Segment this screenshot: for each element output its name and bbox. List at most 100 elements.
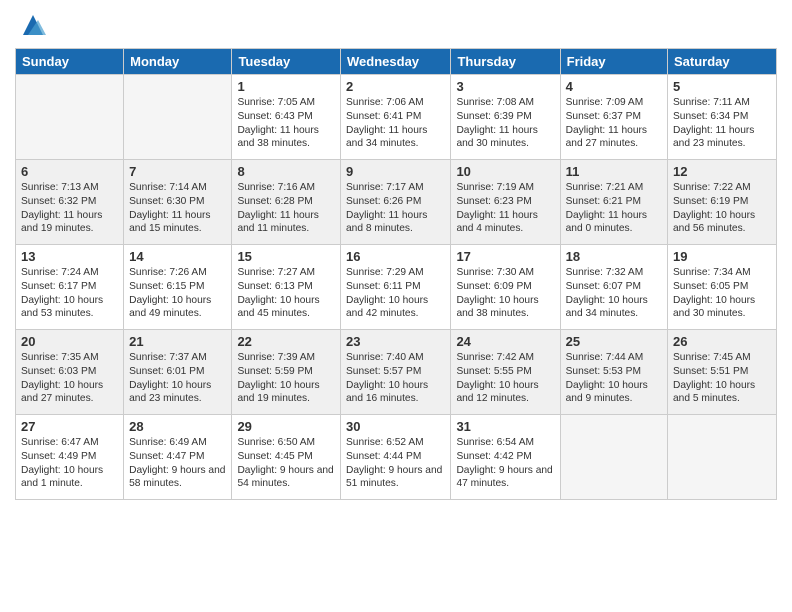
calendar-cell: 15Sunrise: 7:27 AMSunset: 6:13 PMDayligh…: [232, 245, 341, 330]
calendar-cell: 23 Sunrise: 7:40 AMSunset: 5:57 PMDayligh…: [341, 330, 451, 415]
cell-details: Sunrise: 7:42 AMSunset: 5:55 PMDaylight:…: [456, 351, 554, 406]
calendar-cell: 12 Sunrise: 7:22 AMSunset: 6:19 PMDayligh…: [668, 160, 777, 245]
cell-details: Sunrise: 7:44 AMSunset: 5:53 PMDaylight:…: [566, 351, 662, 406]
calendar-header-row: SundayMondayTuesdayWednesdayThursdayFrid…: [16, 49, 777, 75]
calendar-cell: 28Sunrise: 6:49 AMSunset: 4:47 PMDayligh…: [124, 415, 232, 500]
cell-details: Sunrise: 7:16 AMSunset: 6:28 PMDaylight:…: [237, 181, 335, 236]
cell-details: Sunrise: 7:35 AMSunset: 6:03 PMDaylight:…: [21, 351, 118, 406]
cell-details: Sunrise: 7:22 AMSunset: 6:19 PMDaylight:…: [673, 181, 771, 236]
day-number: 25: [566, 334, 662, 349]
calendar-header-friday: Friday: [560, 49, 667, 75]
calendar-cell: 24 Sunrise: 7:42 AMSunset: 5:55 PMDayligh…: [451, 330, 560, 415]
cell-details: Sunrise: 6:50 AMSunset: 4:45 PMDaylight:…: [237, 436, 335, 491]
page: SundayMondayTuesdayWednesdayThursdayFrid…: [0, 0, 792, 612]
calendar-cell: 30Sunrise: 6:52 AMSunset: 4:44 PMDayligh…: [341, 415, 451, 500]
day-number: 31: [456, 419, 554, 434]
day-number: 30: [346, 419, 445, 434]
cell-details: Sunrise: 7:13 AMSunset: 6:32 PMDaylight:…: [21, 181, 118, 236]
day-number: 14: [129, 249, 226, 264]
cell-details: Sunrise: 6:49 AMSunset: 4:47 PMDaylight:…: [129, 436, 226, 491]
logo-icon: [18, 10, 48, 40]
day-number: 26: [673, 334, 771, 349]
day-number: 7: [129, 164, 226, 179]
calendar-cell: 13 Sunrise: 7:24 AMSunset: 6:17 PMDayligh…: [16, 245, 124, 330]
calendar-cell: 27 Sunrise: 6:47 AMSunset: 4:49 PMDayligh…: [16, 415, 124, 500]
calendar-cell: 19 Sunrise: 7:34 AMSunset: 6:05 PMDayligh…: [668, 245, 777, 330]
calendar-cell: 21 Sunrise: 7:37 AMSunset: 6:01 PMDayligh…: [124, 330, 232, 415]
cell-details: Sunrise: 7:09 AMSunset: 6:37 PMDaylight:…: [566, 96, 662, 151]
calendar-cell: 16 Sunrise: 7:29 AMSunset: 6:11 PMDayligh…: [341, 245, 451, 330]
calendar-week-5: 27 Sunrise: 6:47 AMSunset: 4:49 PMDayligh…: [16, 415, 777, 500]
day-number: 15: [237, 249, 335, 264]
day-number: 27: [21, 419, 118, 434]
calendar-cell: 11Sunrise: 7:21 AMSunset: 6:21 PMDayligh…: [560, 160, 667, 245]
cell-details: Sunrise: 7:05 AMSunset: 6:43 PMDaylight:…: [237, 96, 335, 151]
day-number: 16: [346, 249, 445, 264]
calendar-header-thursday: Thursday: [451, 49, 560, 75]
day-number: 9: [346, 164, 445, 179]
day-number: 22: [237, 334, 335, 349]
calendar-cell: 5 Sunrise: 7:11 AMSunset: 6:34 PMDaylight…: [668, 75, 777, 160]
calendar-cell: 8 Sunrise: 7:16 AMSunset: 6:28 PMDaylight…: [232, 160, 341, 245]
day-number: 10: [456, 164, 554, 179]
calendar-cell: 14 Sunrise: 7:26 AMSunset: 6:15 PMDayligh…: [124, 245, 232, 330]
cell-details: Sunrise: 7:45 AMSunset: 5:51 PMDaylight:…: [673, 351, 771, 406]
calendar-cell: 22 Sunrise: 7:39 AMSunset: 5:59 PMDayligh…: [232, 330, 341, 415]
calendar-body: 1Sunrise: 7:05 AMSunset: 6:43 PMDaylight…: [16, 75, 777, 500]
calendar-week-2: 6Sunrise: 7:13 AMSunset: 6:32 PMDaylight…: [16, 160, 777, 245]
day-number: 13: [21, 249, 118, 264]
calendar-cell: 25 Sunrise: 7:44 AMSunset: 5:53 PMDayligh…: [560, 330, 667, 415]
calendar-header-sunday: Sunday: [16, 49, 124, 75]
cell-details: Sunrise: 7:08 AMSunset: 6:39 PMDaylight:…: [456, 96, 554, 151]
calendar-cell: 29 Sunrise: 6:50 AMSunset: 4:45 PMDayligh…: [232, 415, 341, 500]
calendar-cell: [16, 75, 124, 160]
day-number: 18: [566, 249, 662, 264]
calendar-header-saturday: Saturday: [668, 49, 777, 75]
cell-details: Sunrise: 7:26 AMSunset: 6:15 PMDaylight:…: [129, 266, 226, 321]
cell-details: Sunrise: 7:40 AMSunset: 5:57 PMDaylight:…: [346, 351, 445, 406]
day-number: 4: [566, 79, 662, 94]
cell-details: Sunrise: 7:21 AMSunset: 6:21 PMDaylight:…: [566, 181, 662, 236]
day-number: 19: [673, 249, 771, 264]
day-number: 21: [129, 334, 226, 349]
calendar-cell: 18Sunrise: 7:32 AMSunset: 6:07 PMDayligh…: [560, 245, 667, 330]
calendar-cell: 31 Sunrise: 6:54 AMSunset: 4:42 PMDayligh…: [451, 415, 560, 500]
calendar-cell: 1Sunrise: 7:05 AMSunset: 6:43 PMDaylight…: [232, 75, 341, 160]
calendar-cell: 9 Sunrise: 7:17 AMSunset: 6:26 PMDaylight…: [341, 160, 451, 245]
calendar-cell: [668, 415, 777, 500]
calendar-cell: [124, 75, 232, 160]
day-number: 23: [346, 334, 445, 349]
day-number: 5: [673, 79, 771, 94]
calendar-cell: 26 Sunrise: 7:45 AMSunset: 5:51 PMDayligh…: [668, 330, 777, 415]
cell-details: Sunrise: 7:24 AMSunset: 6:17 PMDaylight:…: [21, 266, 118, 321]
calendar-cell: 2 Sunrise: 7:06 AMSunset: 6:41 PMDaylight…: [341, 75, 451, 160]
cell-details: Sunrise: 7:37 AMSunset: 6:01 PMDaylight:…: [129, 351, 226, 406]
cell-details: Sunrise: 7:29 AMSunset: 6:11 PMDaylight:…: [346, 266, 445, 321]
cell-details: Sunrise: 7:17 AMSunset: 6:26 PMDaylight:…: [346, 181, 445, 236]
calendar: SundayMondayTuesdayWednesdayThursdayFrid…: [15, 48, 777, 500]
cell-details: Sunrise: 7:19 AMSunset: 6:23 PMDaylight:…: [456, 181, 554, 236]
cell-details: Sunrise: 7:06 AMSunset: 6:41 PMDaylight:…: [346, 96, 445, 151]
cell-details: Sunrise: 7:39 AMSunset: 5:59 PMDaylight:…: [237, 351, 335, 406]
day-number: 8: [237, 164, 335, 179]
calendar-cell: [560, 415, 667, 500]
calendar-cell: 6Sunrise: 7:13 AMSunset: 6:32 PMDaylight…: [16, 160, 124, 245]
day-number: 24: [456, 334, 554, 349]
day-number: 12: [673, 164, 771, 179]
calendar-cell: 10 Sunrise: 7:19 AMSunset: 6:23 PMDayligh…: [451, 160, 560, 245]
cell-details: Sunrise: 7:11 AMSunset: 6:34 PMDaylight:…: [673, 96, 771, 151]
calendar-cell: 20 Sunrise: 7:35 AMSunset: 6:03 PMDayligh…: [16, 330, 124, 415]
calendar-cell: 17Sunrise: 7:30 AMSunset: 6:09 PMDayligh…: [451, 245, 560, 330]
calendar-week-4: 20 Sunrise: 7:35 AMSunset: 6:03 PMDayligh…: [16, 330, 777, 415]
day-number: 20: [21, 334, 118, 349]
cell-details: Sunrise: 7:34 AMSunset: 6:05 PMDaylight:…: [673, 266, 771, 321]
day-number: 2: [346, 79, 445, 94]
calendar-week-3: 13 Sunrise: 7:24 AMSunset: 6:17 PMDayligh…: [16, 245, 777, 330]
cell-details: Sunrise: 6:54 AMSunset: 4:42 PMDaylight:…: [456, 436, 554, 491]
cell-details: Sunrise: 6:47 AMSunset: 4:49 PMDaylight:…: [21, 436, 118, 491]
day-number: 29: [237, 419, 335, 434]
logo: [15, 10, 48, 40]
header: [15, 10, 777, 40]
day-number: 3: [456, 79, 554, 94]
calendar-cell: 3 Sunrise: 7:08 AMSunset: 6:39 PMDaylight…: [451, 75, 560, 160]
